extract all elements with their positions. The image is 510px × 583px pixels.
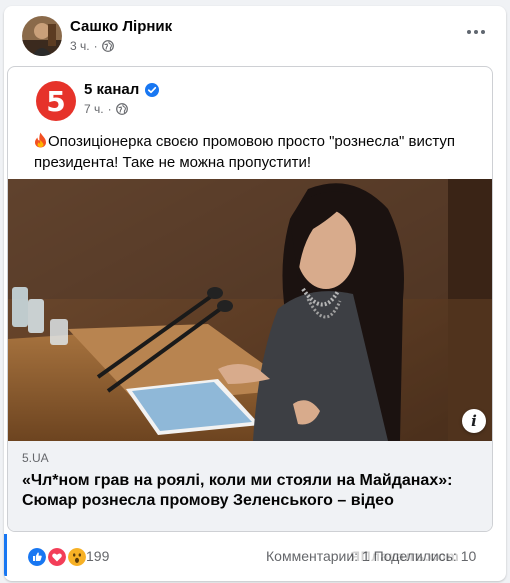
more-options-button[interactable] [460, 20, 492, 44]
article-photo[interactable]: i [8, 179, 492, 441]
reaction-icons[interactable] [26, 546, 88, 568]
fire-icon [35, 132, 46, 148]
post-time[interactable]: 3 ч. [70, 39, 90, 53]
meta-separator: · [107, 102, 112, 116]
post-header: Сашко Лірник 3 ч. · [4, 6, 506, 64]
globe-icon [115, 103, 128, 115]
shared-meta: 7 ч. · [84, 102, 128, 116]
shared-post-text: Опозиціонерка своєю промовою просто "роз… [34, 131, 474, 173]
shared-post-text-content: Опозиціонерка своєю промовою просто "роз… [34, 133, 456, 171]
more-dot-icon [481, 30, 485, 34]
wow-icon [66, 546, 88, 568]
info-icon[interactable]: i [462, 409, 486, 433]
reaction-count[interactable]: 199 [86, 548, 109, 564]
shared-time[interactable]: 7 ч. [84, 102, 104, 116]
watermark: ЯПлакалъ.com [350, 548, 460, 564]
author-name[interactable]: Сашко Лірник [70, 18, 172, 35]
page-logo-text: 5 [46, 84, 66, 118]
globe-icon [101, 40, 114, 52]
page-name[interactable]: 5 канал [84, 81, 139, 98]
page-name-row: 5 канал [84, 81, 160, 98]
link-preview[interactable]: 5.UA «Чл*ном грав на роялі, коли ми стоя… [8, 441, 492, 531]
reactions-bar: 199 Комментарии: 1 Поделились: 10 ЯПлака… [4, 534, 506, 576]
more-dot-icon [467, 30, 471, 34]
accent-line [4, 534, 7, 576]
author-avatar[interactable] [22, 16, 62, 56]
post-meta: 3 ч. · [70, 39, 114, 53]
article-photo-image [8, 179, 492, 441]
link-domain: 5.UA [22, 451, 49, 465]
page-logo[interactable]: 5 [36, 81, 76, 121]
more-dot-icon [474, 30, 478, 34]
link-title[interactable]: «Чл*ном грав на роялі, коли ми стояли на… [22, 471, 492, 511]
shared-post: 5 5 канал 7 ч. · Опозиціонерка своєю про… [7, 66, 493, 532]
love-icon [46, 546, 68, 568]
like-icon [26, 546, 48, 568]
post-card: Сашко Лірник 3 ч. · 5 5 канал 7 ч. · Опо… [4, 6, 506, 581]
meta-separator: · [93, 39, 98, 53]
verified-badge-icon [145, 82, 160, 97]
